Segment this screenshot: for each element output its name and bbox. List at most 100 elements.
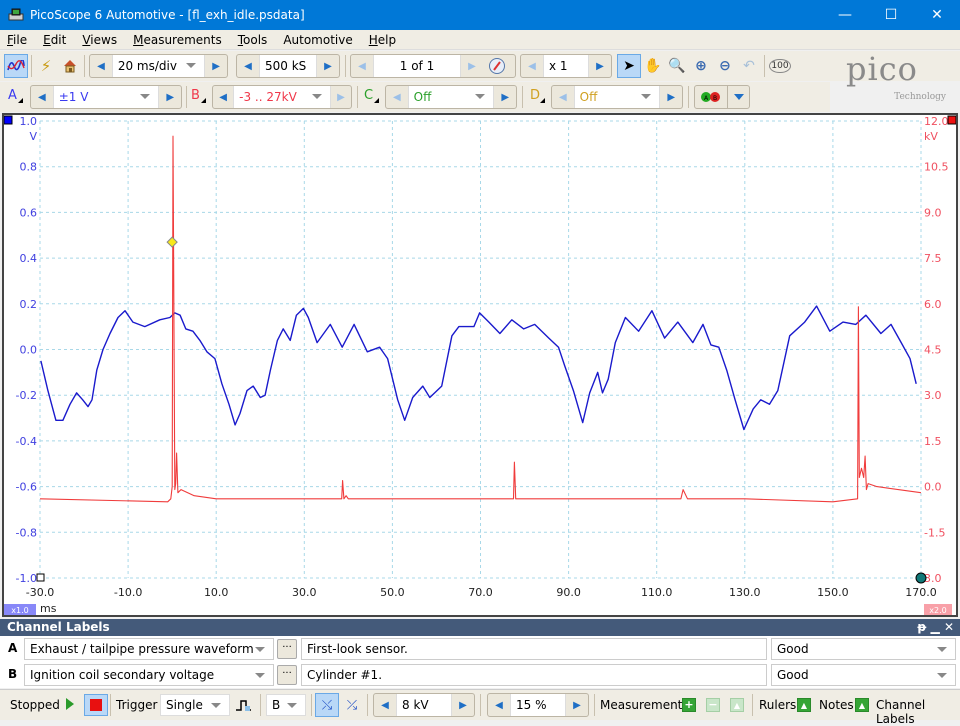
edit-measurement-button[interactable]: ▲ bbox=[730, 698, 744, 712]
menu-tools[interactable]: Tools bbox=[231, 33, 277, 47]
channel-description-value: Cylinder #1. bbox=[307, 668, 382, 682]
rulers-toggle-button[interactable]: ▲ bbox=[797, 698, 811, 712]
channel-b-offset-handle[interactable] bbox=[916, 573, 926, 583]
channel-a-offset-handle[interactable] bbox=[37, 574, 44, 581]
home-button[interactable] bbox=[58, 54, 82, 78]
channel-c-range-increase[interactable]: ▶ bbox=[494, 86, 516, 108]
close-panel-icon[interactable]: ✕ bbox=[944, 620, 954, 634]
zoom-factor-field[interactable]: x 1 bbox=[543, 55, 589, 77]
trigger-level-decrease[interactable]: ◀ bbox=[374, 694, 396, 716]
add-measurement-button[interactable]: + bbox=[682, 698, 696, 712]
right-axis-tick-label: 4.5 bbox=[924, 344, 942, 357]
channel-d-range-decrease[interactable]: ◀ bbox=[552, 86, 574, 108]
channel-a-range-decrease[interactable]: ◀ bbox=[31, 86, 53, 108]
channel-a-range-select[interactable]: ±1 V bbox=[53, 86, 160, 108]
pretrigger-field[interactable]: 15 % bbox=[510, 694, 566, 716]
pretrigger-decrease[interactable]: ◀ bbox=[488, 694, 510, 716]
minimize-button[interactable]: — bbox=[822, 0, 868, 30]
right-axis-unit: kV bbox=[924, 130, 938, 143]
zoom-100-button[interactable]: 100 bbox=[768, 54, 792, 78]
advanced-trigger-button[interactable] bbox=[232, 693, 256, 717]
notes-toggle-button[interactable]: ▲ bbox=[855, 698, 869, 712]
zoom-in-button[interactable]: ⊕ bbox=[689, 54, 713, 78]
menu-measurements[interactable]: Measurements bbox=[126, 33, 231, 47]
undo-zoom-button[interactable]: ↶ bbox=[737, 54, 761, 78]
channel-status-value: Good bbox=[777, 668, 809, 682]
zoom-out-button[interactable]: ⊖ bbox=[713, 54, 737, 78]
channel-d-options[interactable]: D bbox=[530, 88, 540, 103]
menu-help[interactable]: Help bbox=[362, 33, 405, 47]
trigger-mode-select[interactable]: Single bbox=[160, 694, 230, 716]
zoom-factor-increase-button[interactable]: ▶ bbox=[589, 55, 611, 77]
channel-description-field[interactable]: Cylinder #1. bbox=[301, 664, 767, 686]
svg-text:B: B bbox=[713, 95, 717, 102]
channel-b-range-increase[interactable]: ▶ bbox=[331, 86, 351, 108]
edit-label-button[interactable]: ··· bbox=[277, 665, 297, 685]
channel-options-dropdown[interactable] bbox=[727, 86, 749, 108]
channel-status-value: Good bbox=[777, 642, 809, 656]
select-tool-button[interactable]: ➤ bbox=[617, 54, 641, 78]
timebase-value: 20 ms/div bbox=[118, 59, 177, 73]
samples-select[interactable]: 500 kS bbox=[259, 55, 317, 77]
menu-automotive[interactable]: Automotive bbox=[276, 33, 361, 47]
run-button[interactable] bbox=[66, 698, 74, 710]
channel-d-range-select[interactable]: Off bbox=[574, 86, 661, 108]
minimize-panel-icon[interactable]: ▁ bbox=[931, 620, 940, 634]
remove-measurement-button[interactable]: − bbox=[706, 698, 720, 712]
buffer-next-button[interactable]: ▶ bbox=[461, 55, 483, 77]
auto-setup-button[interactable]: ⚡ bbox=[34, 54, 58, 78]
trigger-level-increase[interactable]: ▶ bbox=[452, 694, 474, 716]
menu-views[interactable]: Views bbox=[75, 33, 126, 47]
channel-c-options[interactable]: C bbox=[364, 88, 373, 103]
left-axis-tick-label: 0.4 bbox=[20, 252, 38, 265]
trigger-marker[interactable] bbox=[167, 237, 177, 247]
channel-description-field[interactable]: First-look sensor. bbox=[301, 638, 767, 660]
channel-a-range-increase[interactable]: ▶ bbox=[159, 86, 181, 108]
channel-options-button[interactable]: AB bbox=[695, 91, 727, 103]
pretrigger-value: 15 % bbox=[516, 698, 547, 712]
menu-file[interactable]: File bbox=[0, 33, 36, 47]
zoom-region-button[interactable]: 🔍 bbox=[665, 54, 689, 78]
maximize-button[interactable]: ☐ bbox=[868, 0, 914, 30]
scope-mode-button[interactable] bbox=[4, 54, 28, 78]
edit-label-button[interactable]: ··· bbox=[277, 639, 297, 659]
channel-c-range-control: ◀ Off ▶ bbox=[385, 85, 517, 109]
samples-decrease-button[interactable]: ◀ bbox=[237, 55, 259, 77]
x-axis-tick-label: 170.0 bbox=[905, 586, 937, 599]
falling-edge-button[interactable]: ⤰ bbox=[340, 693, 364, 717]
samples-increase-button[interactable]: ▶ bbox=[317, 55, 339, 77]
close-button[interactable]: ✕ bbox=[914, 0, 960, 30]
channel-b-options[interactable]: B bbox=[191, 88, 200, 103]
buffer-index-field[interactable]: 1 of 1 bbox=[373, 55, 461, 77]
buffer-navigator-button[interactable] bbox=[483, 55, 511, 77]
scope-view[interactable]: 1.00.80.60.40.20.0-0.2-0.4-0.6-0.8-1.0V1… bbox=[2, 113, 958, 617]
hand-tool-button[interactable]: ✋ bbox=[641, 54, 665, 78]
channel-status-select[interactable]: Good bbox=[771, 638, 956, 660]
channel-d-range-increase[interactable]: ▶ bbox=[660, 86, 682, 108]
trigger-level-field[interactable]: 8 kV bbox=[396, 694, 452, 716]
timebase-select[interactable]: 20 ms/div bbox=[112, 55, 205, 77]
buffer-previous-button[interactable]: ◀ bbox=[351, 55, 373, 77]
channel-c-range-decrease[interactable]: ◀ bbox=[386, 86, 408, 108]
zoom-factor-decrease-button[interactable]: ◀ bbox=[521, 55, 543, 77]
channel-a-options[interactable]: A bbox=[8, 88, 17, 103]
rising-edge-button[interactable]: ⤯ bbox=[315, 693, 339, 717]
stop-button[interactable] bbox=[84, 694, 108, 716]
channel-label-select[interactable]: Ignition coil secondary voltage bbox=[24, 664, 274, 686]
channel-status-select[interactable]: Good bbox=[771, 664, 956, 686]
menu-edit[interactable]: Edit bbox=[36, 33, 75, 47]
channel-labels-toggle[interactable]: Channel Labels bbox=[876, 698, 960, 726]
channel-a-axis-marker[interactable] bbox=[4, 116, 12, 124]
scope-graph[interactable]: 1.00.80.60.40.20.0-0.2-0.4-0.6-0.8-1.0V1… bbox=[4, 115, 956, 615]
pin-icon[interactable]: ᵽ bbox=[917, 620, 926, 634]
channel-b-range-select[interactable]: -3 .. 27kV bbox=[233, 86, 331, 108]
trigger-channel-select[interactable]: B bbox=[266, 694, 306, 716]
timebase-decrease-button[interactable]: ◀ bbox=[90, 55, 112, 77]
pretrigger-increase[interactable]: ▶ bbox=[566, 694, 588, 716]
up-arrow-icon: ▲ bbox=[734, 701, 740, 710]
channel-c-range-select[interactable]: Off bbox=[408, 86, 495, 108]
channel-b-axis-marker[interactable] bbox=[948, 116, 956, 124]
channel-b-range-decrease[interactable]: ◀ bbox=[213, 86, 233, 108]
timebase-increase-button[interactable]: ▶ bbox=[205, 55, 227, 77]
channel-label-select[interactable]: Exhaust / tailpipe pressure waveform bbox=[24, 638, 274, 660]
